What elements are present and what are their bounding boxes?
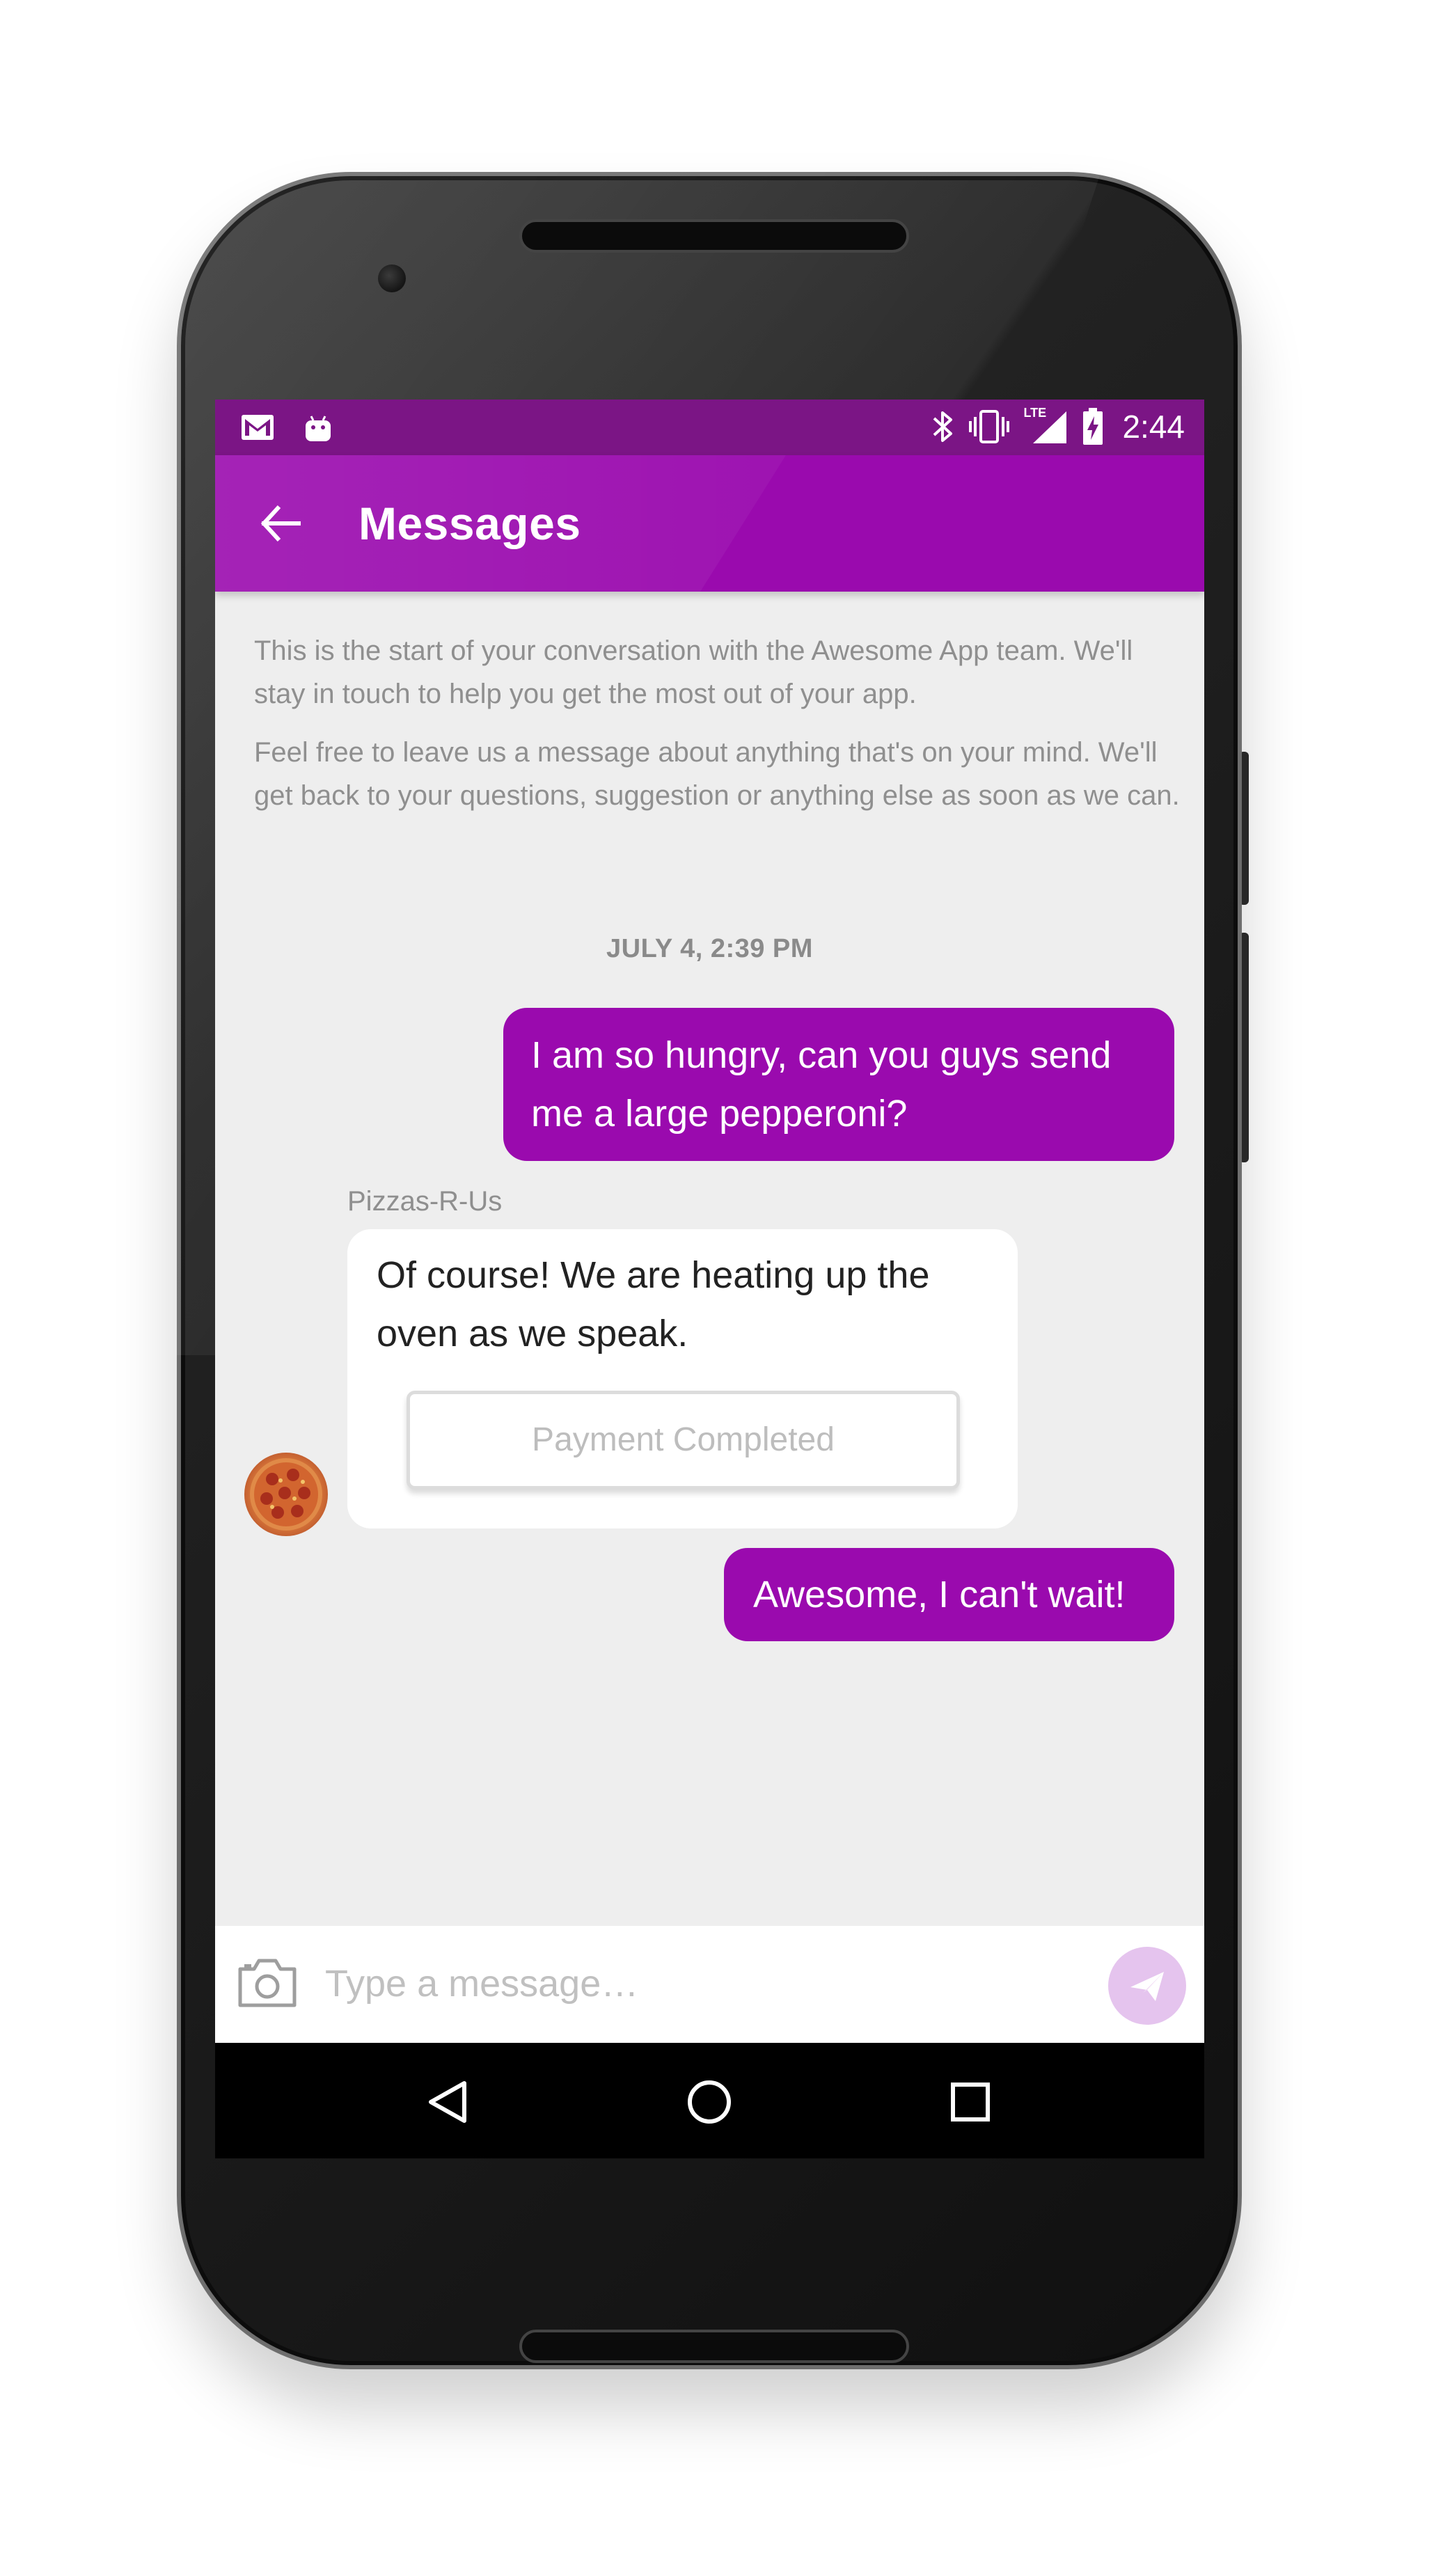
battery-charging-icon	[1082, 408, 1104, 445]
message-text: Awesome, I can't wait!	[753, 1574, 1126, 1615]
recents-square-icon	[951, 2083, 990, 2121]
sender-name: Pizzas-R-Us	[347, 1186, 503, 1217]
app-toolbar: Messages	[215, 455, 1204, 592]
back-triangle-icon	[429, 2081, 466, 2123]
back-button[interactable]	[253, 497, 308, 553]
clock: 2:44	[1122, 409, 1185, 445]
outgoing-message-bubble[interactable]: Awesome, I can't wait!	[724, 1548, 1174, 1641]
nav-home-button[interactable]	[678, 2071, 741, 2133]
top-speaker	[519, 219, 909, 253]
pizza-icon	[250, 1458, 322, 1531]
avatar[interactable]	[244, 1453, 328, 1536]
bottom-speaker	[519, 2330, 909, 2363]
intro-paragraph-1: This is the start of your conversation w…	[254, 635, 1133, 709]
lte-signal-icon: LTE	[1023, 406, 1068, 445]
nav-recents-button[interactable]	[939, 2071, 1002, 2133]
vibrate-icon	[969, 409, 1010, 445]
nav-back-button[interactable]	[417, 2071, 480, 2133]
notification-icons	[240, 413, 333, 444]
screen: LTE 2:44 Messages This is the start of y…	[215, 400, 1204, 2158]
message-text: Of course! We are heating up the oven as…	[377, 1254, 930, 1354]
gmail-icon	[240, 413, 275, 444]
front-camera	[378, 264, 406, 292]
bluetooth-icon	[931, 409, 955, 445]
outgoing-message-bubble[interactable]: I am so hungry, can you guys send me a l…	[503, 1008, 1174, 1161]
status-bar: LTE 2:44	[215, 400, 1204, 455]
system-status: LTE 2:44	[931, 406, 1185, 445]
message-composer	[215, 1926, 1204, 2043]
page-title: Messages	[358, 498, 581, 549]
send-button[interactable]	[1108, 1947, 1186, 2025]
payment-completed-button[interactable]: Payment Completed	[407, 1391, 960, 1490]
home-circle-icon	[688, 2080, 731, 2124]
android-icon	[303, 413, 333, 444]
conversation-intro: This is the start of your conversation w…	[254, 629, 1180, 832]
camera-button[interactable]	[236, 1955, 299, 2011]
system-nav-bar	[215, 2043, 1204, 2158]
message-text: I am so hungry, can you guys send me a l…	[531, 1034, 1112, 1135]
incoming-message-bubble[interactable]: Of course! We are heating up the oven as…	[347, 1229, 1018, 1528]
camera-icon	[238, 1959, 297, 2007]
conversation-timestamp: JULY 4, 2:39 PM	[606, 934, 813, 963]
send-icon	[1130, 1972, 1164, 2001]
arrow-back-icon	[258, 501, 303, 549]
message-input[interactable]	[325, 1952, 1021, 2015]
intro-paragraph-2: Feel free to leave us a message about an…	[254, 737, 1180, 811]
